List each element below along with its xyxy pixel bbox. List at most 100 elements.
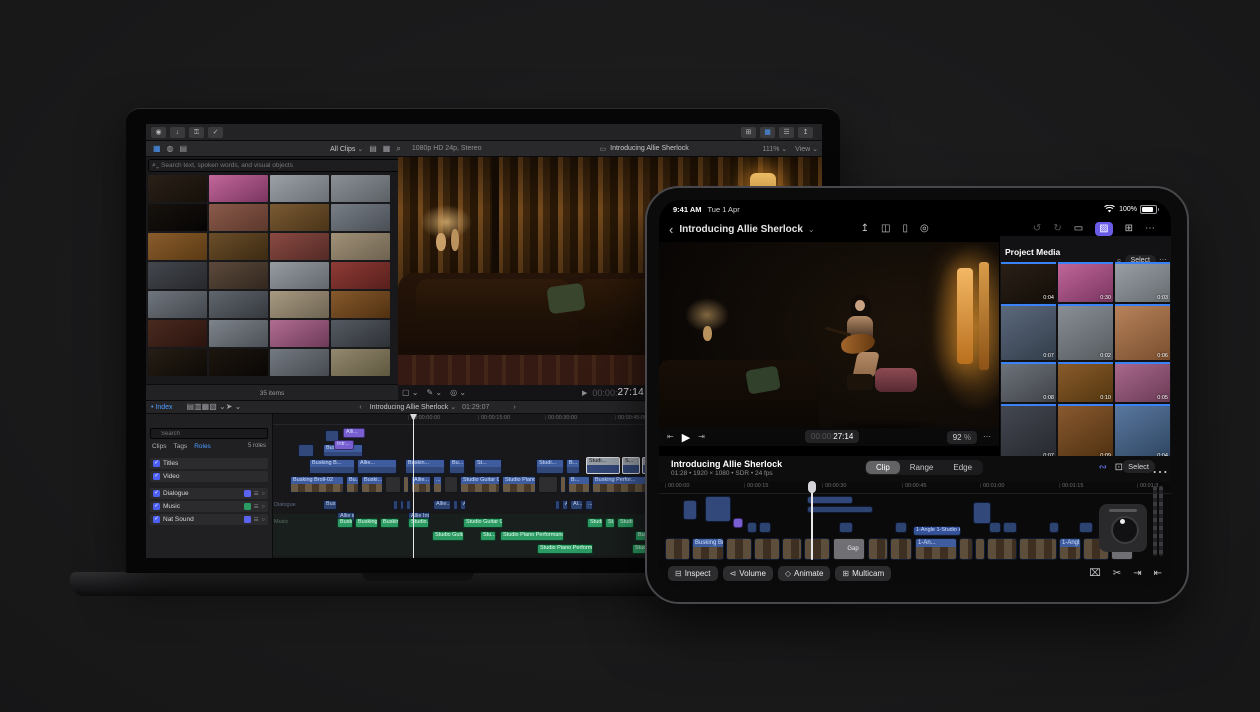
browser-clip-thumbnail[interactable]	[270, 262, 329, 289]
clip-appearance-icon-2[interactable]: ▥	[194, 403, 202, 411]
role-row[interactable]: ✓Titles	[150, 458, 268, 469]
skip-forward-icon[interactable]: ⇥	[698, 433, 705, 441]
browser-clip-thumbnail[interactable]	[331, 291, 390, 318]
index-search-input[interactable]	[150, 428, 268, 439]
tool-select-menu[interactable]: ➤ ⌄	[226, 403, 242, 411]
role-checkbox[interactable]: ✓	[153, 490, 160, 497]
insert-icon[interactable]: ⇥	[1133, 568, 1141, 579]
media-clip-thumbnail[interactable]: 0:05	[1115, 362, 1170, 402]
timeline-clip[interactable]: Studio Piano Performance	[500, 531, 564, 541]
index-tab[interactable]: Roles	[194, 443, 211, 453]
timeline-clip[interactable]	[406, 500, 411, 510]
timeline-clip[interactable]: Busking B...	[309, 459, 355, 474]
timeline-clip[interactable]	[754, 538, 780, 560]
crop-tool-menu[interactable]: ✎ ⌄	[426, 389, 442, 397]
photos-sidebar-icon[interactable]: ▤	[180, 145, 188, 153]
timeline-clip[interactable]: Allie...	[357, 459, 397, 474]
audio-lanes-icon[interactable]: ☰	[254, 517, 259, 523]
timeline-clip[interactable]	[683, 500, 697, 520]
clip-appearance-icon-1[interactable]: ▤	[187, 403, 195, 411]
all-clips-filter[interactable]: All Clips ⌄	[330, 145, 363, 153]
connect-clips-icon[interactable]: ∾	[1099, 462, 1107, 473]
overwrite-icon[interactable]: ⇤	[1154, 568, 1162, 579]
browser-clip-thumbnail[interactable]	[148, 349, 207, 376]
timeline-clip[interactable]: Allie...	[411, 476, 431, 493]
timeline-clip[interactable]: Bus...	[323, 500, 337, 510]
browser-clip-thumbnail[interactable]	[209, 291, 268, 318]
role-row[interactable]: ✓Dialogue☰○	[150, 488, 268, 499]
timeline-clip[interactable]	[782, 538, 802, 560]
media-clip-thumbnail[interactable]: 0:08	[1001, 362, 1056, 402]
timeline-clip[interactable]	[705, 496, 731, 522]
timeline-clip[interactable]: Studio...	[408, 518, 429, 528]
play-button[interactable]: ▶	[582, 389, 587, 397]
browser-clip-thumbnail[interactable]	[270, 349, 329, 376]
timeline-clip[interactable]: 1-An...	[915, 538, 957, 560]
next-project-button[interactable]: ›	[513, 404, 515, 411]
role-row[interactable]: ✓Nat Sound☰○	[150, 514, 268, 525]
microphone-icon[interactable]: ▯	[902, 224, 908, 234]
index-tab[interactable]: Tags	[173, 443, 187, 453]
media-browser-icon[interactable]: ▨	[1095, 222, 1112, 236]
browser-clip-thumbnail[interactable]	[331, 349, 390, 376]
timeline-clip[interactable]	[868, 538, 888, 560]
timeline-clip[interactable]: Buski...	[361, 476, 383, 493]
timeline-clip[interactable]: Stu...	[480, 531, 496, 541]
browser-clip-thumbnail[interactable]	[331, 175, 390, 202]
browser-search-input[interactable]	[148, 159, 404, 172]
browser-clip-thumbnail[interactable]	[270, 233, 329, 260]
timeline-clip[interactable]	[444, 476, 458, 493]
browser-clip-thumbnail[interactable]	[148, 233, 207, 260]
audio-lanes-icon[interactable]: ☰	[254, 504, 259, 510]
browser-clip-thumbnail[interactable]	[148, 204, 207, 231]
focus-icon[interactable]: ○	[262, 504, 265, 510]
timeline-clip[interactable]	[453, 500, 458, 510]
browser-clip-thumbnail[interactable]	[209, 262, 268, 289]
timeline-clip[interactable]	[555, 500, 560, 510]
media-clip-thumbnail[interactable]: 0:04	[1001, 262, 1056, 302]
browser-clip-thumbnail[interactable]	[148, 175, 207, 202]
redo-icon[interactable]: ↻	[1053, 224, 1061, 234]
timeline-clip[interactable]: Studio Piano...	[502, 476, 536, 493]
viewer-more-button[interactable]: ⋯	[983, 433, 991, 441]
timeline-clip[interactable]: ...	[433, 476, 442, 493]
timeline-clip[interactable]	[1049, 522, 1059, 533]
timeline-clip[interactable]	[560, 476, 566, 493]
share-icon[interactable]: ↥	[861, 224, 869, 234]
filmstrip-view-icon[interactable]: ▤	[369, 145, 377, 153]
browser-filmstrip-view-icon[interactable]: ▦	[760, 127, 775, 138]
timeline-clip[interactable]	[1019, 538, 1057, 560]
transform-tool-menu[interactable]: ▢ ⌄	[402, 389, 418, 397]
more-icon[interactable]: ⋯	[1145, 224, 1155, 234]
media-clip-thumbnail[interactable]: 0:07	[1001, 404, 1056, 456]
undo-icon[interactable]: ↺	[1033, 224, 1041, 234]
timeline-clip[interactable]: 1-Angle 1-Studio P...	[913, 526, 961, 536]
timeline-clip[interactable]	[747, 522, 757, 533]
timeline-clip[interactable]	[733, 518, 743, 528]
effects-tool-menu[interactable]: ◎ ⌄	[450, 389, 466, 397]
timeline-clip[interactable]	[538, 476, 558, 493]
timeline-clip[interactable]: Studio Guitar 0...	[460, 476, 500, 493]
timeline-zoom-strip[interactable]	[1153, 486, 1163, 556]
timeline-clip[interactable]: A	[562, 500, 568, 510]
browser-clip-thumbnail[interactable]	[270, 320, 329, 347]
timeline-clip[interactable]: Bu...	[346, 476, 359, 493]
role-checkbox[interactable]: ✓	[153, 516, 160, 523]
timeline-clip[interactable]	[987, 538, 1017, 560]
focus-icon[interactable]: ○	[262, 517, 265, 523]
delete-icon[interactable]: ⌧	[1089, 568, 1101, 579]
mode-segment[interactable]: Range	[900, 461, 944, 474]
timeline-clip[interactable]	[839, 522, 853, 533]
timeline-clip[interactable]	[959, 538, 973, 560]
timeline-clip[interactable]	[665, 538, 690, 560]
timeline-clip[interactable]	[895, 522, 907, 533]
timeline-clip[interactable]: Busk...	[337, 518, 353, 528]
timeline-clip[interactable]	[400, 500, 404, 510]
browser-clip-thumbnail[interactable]	[209, 233, 268, 260]
browser-clip-thumbnail[interactable]	[148, 262, 207, 289]
role-checkbox[interactable]: ✓	[153, 503, 160, 510]
mode-segment[interactable]: Clip	[866, 461, 900, 474]
timeline-clip[interactable]	[807, 496, 853, 504]
role-row[interactable]: ✓Music☰○	[150, 501, 268, 512]
viewer-view-menu[interactable]: View ⌄	[795, 145, 818, 153]
